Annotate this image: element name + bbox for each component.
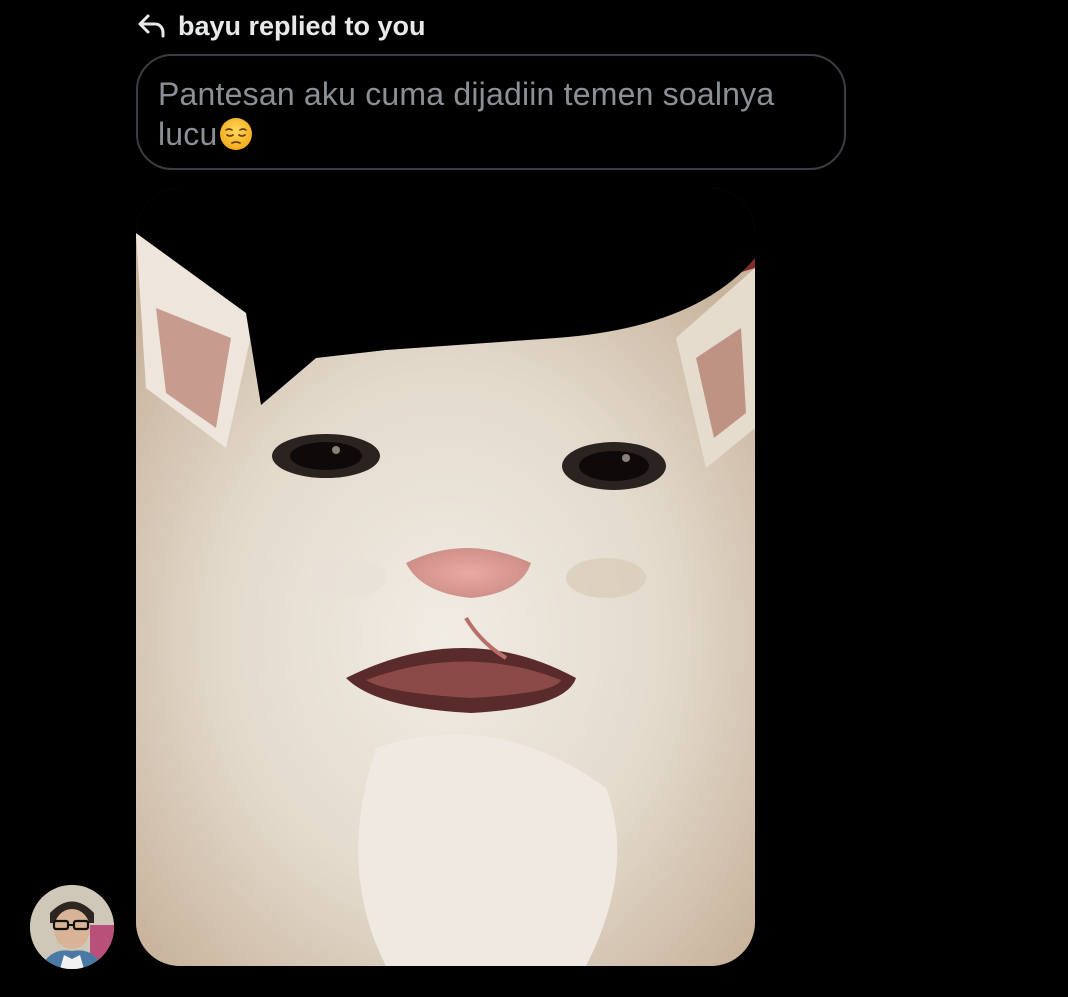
cat-meme-image[interactable] <box>136 188 755 966</box>
reply-arrow-icon <box>136 12 166 40</box>
reply-header-text: bayu replied to you <box>178 10 426 41</box>
reply-header: bayu replied to you <box>136 8 426 44</box>
pensive-face-emoji <box>219 117 253 151</box>
quoted-message-bubble[interactable]: Pantesan aku cuma dijadiin temen soalnya… <box>136 54 846 170</box>
dm-conversation: bayu replied to you Pantesan aku cuma di… <box>0 0 1068 997</box>
sender-avatar[interactable] <box>30 885 114 969</box>
